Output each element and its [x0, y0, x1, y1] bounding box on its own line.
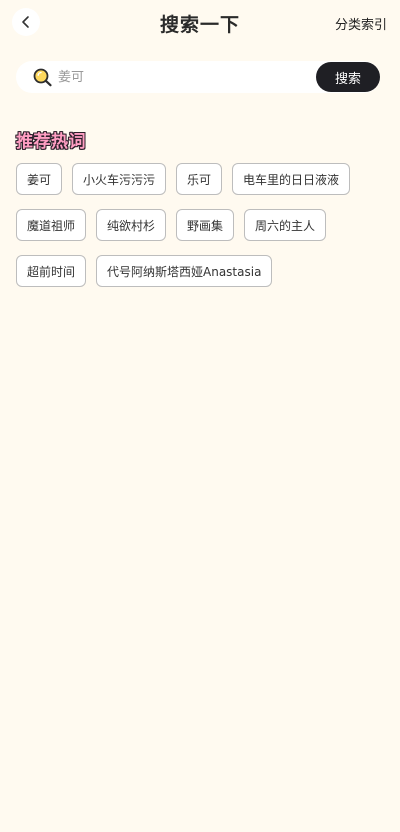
hot-word-tag[interactable]: 纯欲村杉 — [96, 209, 167, 241]
hot-word-tag[interactable]: 野画集 — [176, 209, 235, 241]
search-bar: 搜索 — [16, 61, 380, 93]
search-icon — [33, 68, 52, 87]
hot-word-tag[interactable]: 电车里的日日液液 — [232, 163, 351, 195]
hot-word-tag[interactable]: 小火车污污污 — [72, 163, 167, 195]
search-button[interactable]: 搜索 — [316, 62, 380, 92]
hot-word-tag[interactable]: 周六的主人 — [244, 209, 327, 241]
search-input[interactable] — [58, 61, 308, 93]
hot-words-title: 推荐热词 — [16, 132, 86, 152]
header-bar: 搜索一下 分类索引 — [0, 0, 400, 46]
hot-words-list: 姜可 小火车污污污 乐可 电车里的日日液液 魔道祖师 纯欲村杉 野画集 周六的主… — [16, 163, 386, 287]
hot-word-tag[interactable]: 姜可 — [16, 163, 63, 195]
hot-word-tag[interactable]: 超前时间 — [16, 255, 87, 287]
hot-word-tag[interactable]: 代号阿纳斯塔西娅Anastasia — [96, 255, 273, 287]
category-index-link[interactable]: 分类索引 — [335, 14, 387, 33]
hot-word-tag[interactable]: 魔道祖师 — [16, 209, 87, 241]
hot-word-tag[interactable]: 乐可 — [176, 163, 223, 195]
